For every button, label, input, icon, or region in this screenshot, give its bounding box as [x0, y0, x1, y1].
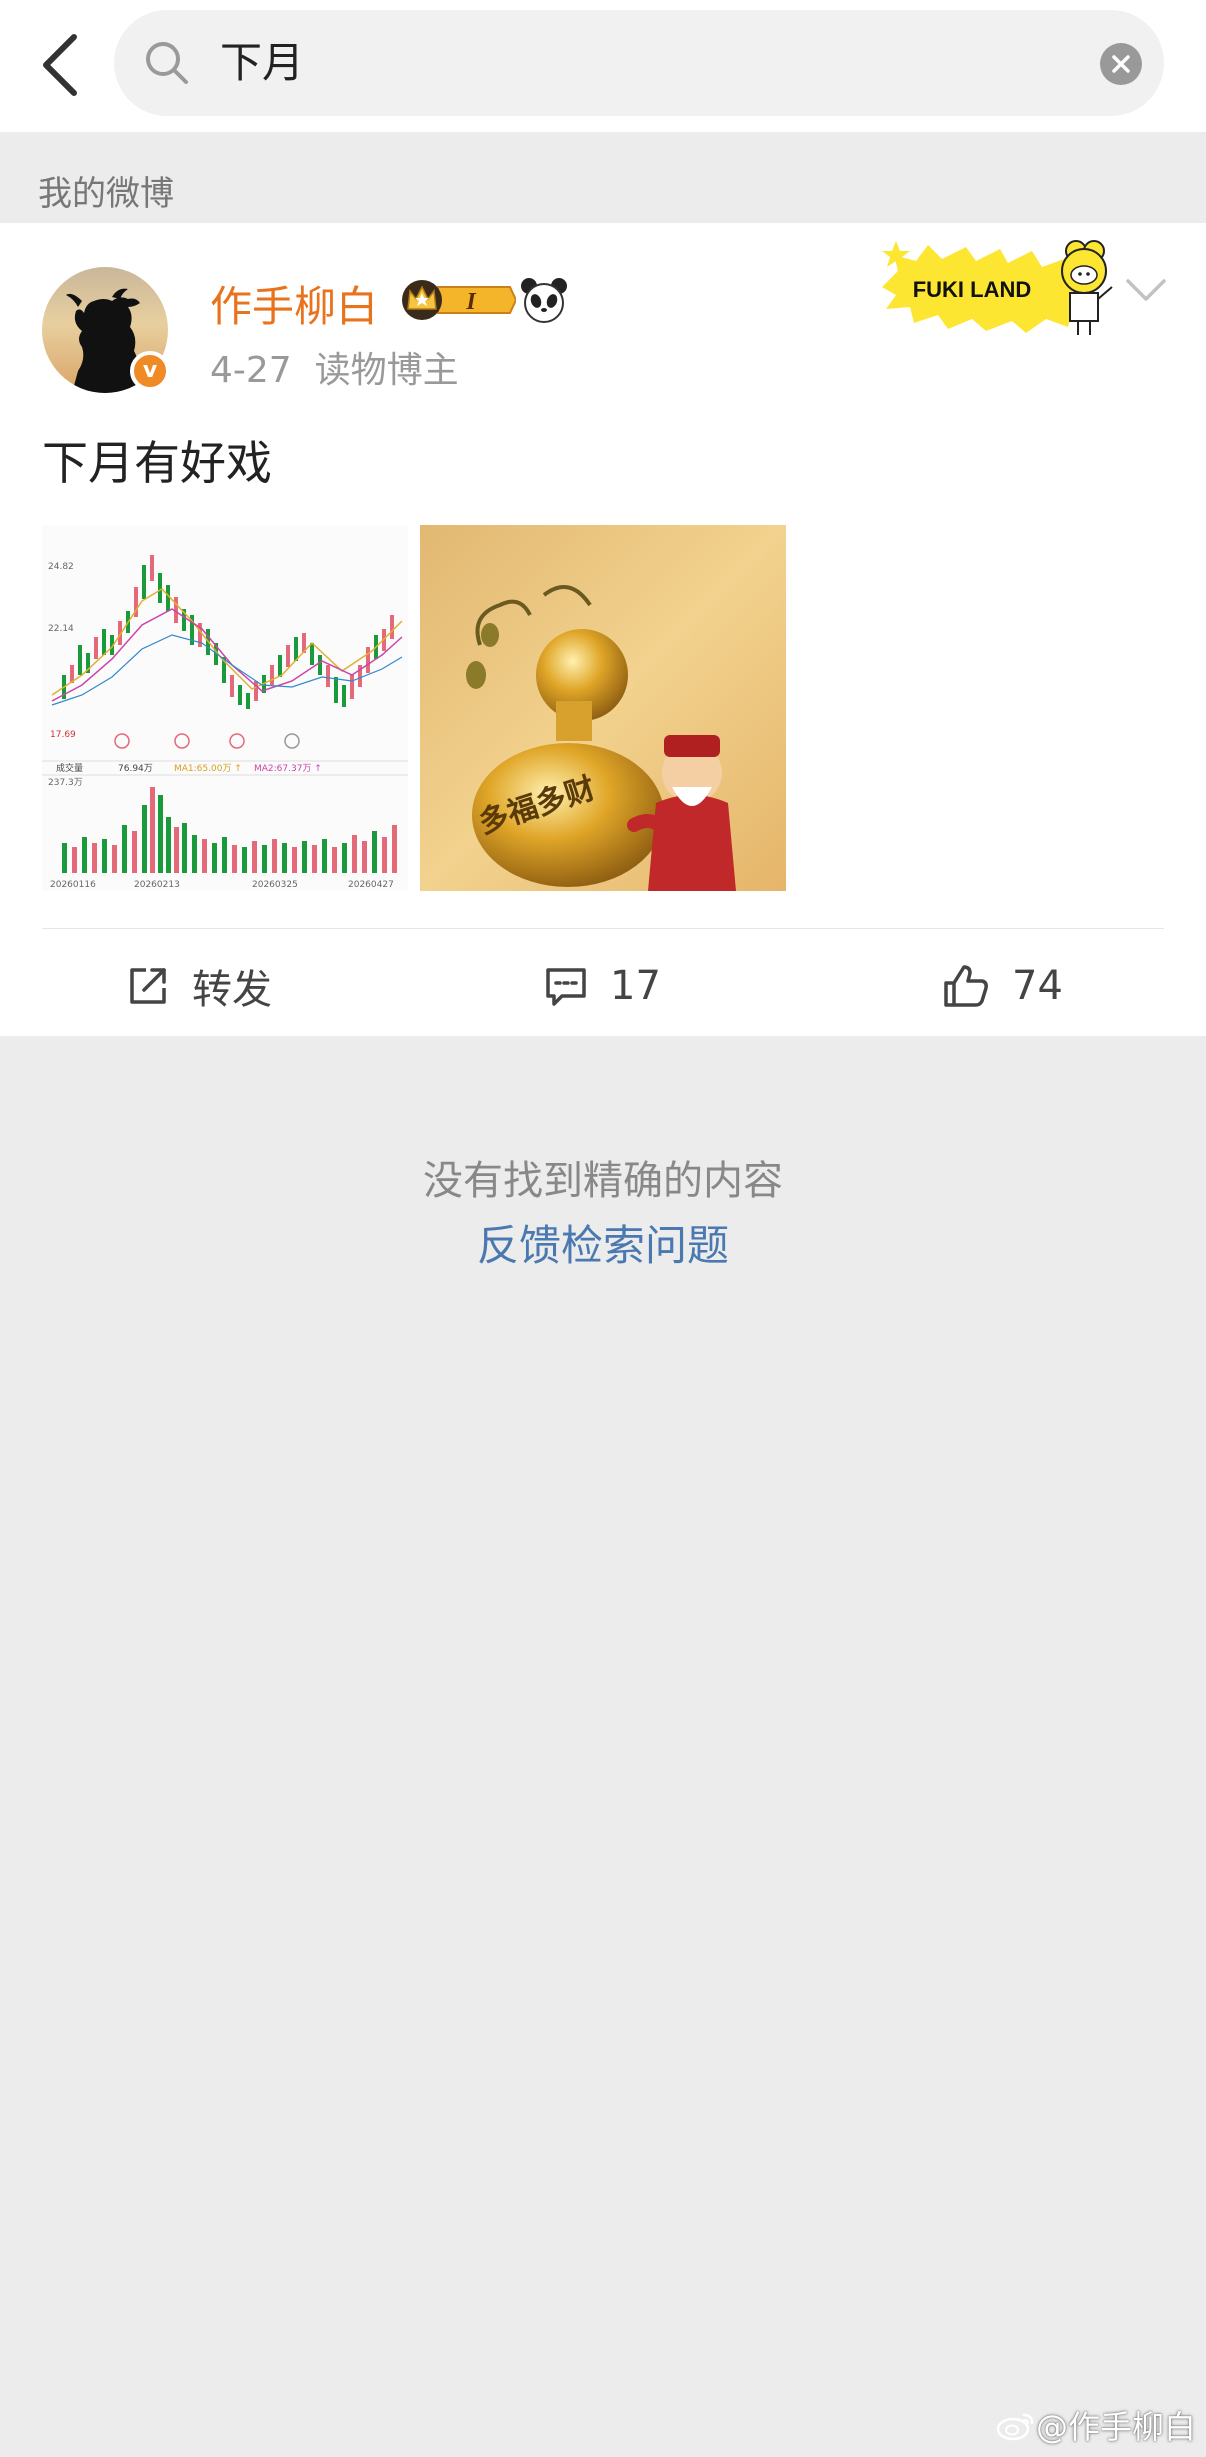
stock-chart-image: 24.82 22.14 17.69 成交量 76.94万 MA1:65.00万 …	[42, 525, 408, 891]
chevron-down-icon[interactable]	[1124, 275, 1168, 305]
weibo-watermark: @作手柳白	[996, 2402, 1196, 2448]
repost-button[interactable]: 转发	[126, 953, 272, 1019]
section-label: 我的微博	[38, 174, 174, 214]
chart-date-1: 20260116	[50, 880, 96, 890]
comment-icon	[546, 968, 586, 1006]
chart-volume-label: 成交量	[56, 762, 83, 774]
post-source: 读物博主	[314, 350, 459, 391]
close-icon	[1112, 55, 1130, 73]
watermark-text: @作手柳白	[1035, 2408, 1196, 2446]
chart-price-label-1: 24.82	[48, 562, 74, 572]
chart-date-3: 20260325	[252, 880, 298, 890]
thumbs-up-icon	[944, 965, 988, 1007]
fuki-land-banner[interactable]: FUKI LAND	[876, 231, 1124, 339]
weibo-logo-icon	[996, 2413, 1034, 2441]
chart-volume-value: 76.94万	[118, 764, 153, 774]
search-header: 下月	[0, 0, 1206, 132]
fuki-land-banner-text: FUKI LAND	[913, 277, 1032, 302]
crown-badge-level: I	[465, 289, 477, 315]
post-date: 4-27	[210, 350, 292, 391]
verified-badge-icon: v	[130, 351, 170, 391]
post-image-golden-gourd[interactable]: 多福多财	[420, 525, 786, 891]
chart-volume-max: 237.3万	[48, 778, 83, 788]
clear-search-button[interactable]	[1100, 43, 1142, 85]
post-text: 下月有好戏	[42, 436, 272, 490]
like-count: 74	[1012, 963, 1063, 1009]
empty-state-message: 没有找到精确的内容	[423, 1158, 783, 1204]
share-icon	[130, 968, 166, 1004]
chart-ma1-label: MA1:65.00万 ↑	[174, 764, 242, 774]
chart-last-price: 17.69	[50, 730, 76, 740]
crown-member-badge-icon[interactable]: I	[398, 275, 516, 325]
search-icon	[146, 42, 188, 84]
author-name[interactable]: 作手柳白	[210, 273, 378, 334]
chart-date-2: 20260213	[134, 880, 180, 890]
chart-date-4: 20260427	[348, 880, 394, 890]
post-image-stock-chart[interactable]: 24.82 22.14 17.69 成交量 76.94万 MA1:65.00万 …	[42, 525, 408, 891]
search-query[interactable]: 下月	[220, 10, 304, 116]
chart-ma2-label: MA2:67.37万 ↑	[254, 764, 322, 774]
post-card[interactable]: v 作手柳白 I 4-27 读物博主 FUKI LAND 下月有好戏 24.82…	[0, 223, 1206, 1036]
repost-label: 转发	[192, 967, 272, 1013]
panda-icon	[521, 278, 567, 323]
chart-price-label-2: 22.14	[48, 624, 74, 634]
golden-gourd-image: 多福多财	[420, 525, 786, 891]
chevron-left-icon	[43, 34, 77, 96]
search-input[interactable]: 下月	[114, 10, 1164, 116]
card-divider	[42, 928, 1164, 929]
post-meta: 4-27 读物博主	[210, 341, 459, 393]
comment-button[interactable]: 17	[544, 953, 661, 1019]
like-button[interactable]: 74	[942, 953, 1063, 1019]
feedback-link[interactable]: 反馈检索问题	[0, 1212, 1206, 1273]
back-button[interactable]	[30, 30, 90, 100]
comment-count: 17	[610, 963, 661, 1009]
